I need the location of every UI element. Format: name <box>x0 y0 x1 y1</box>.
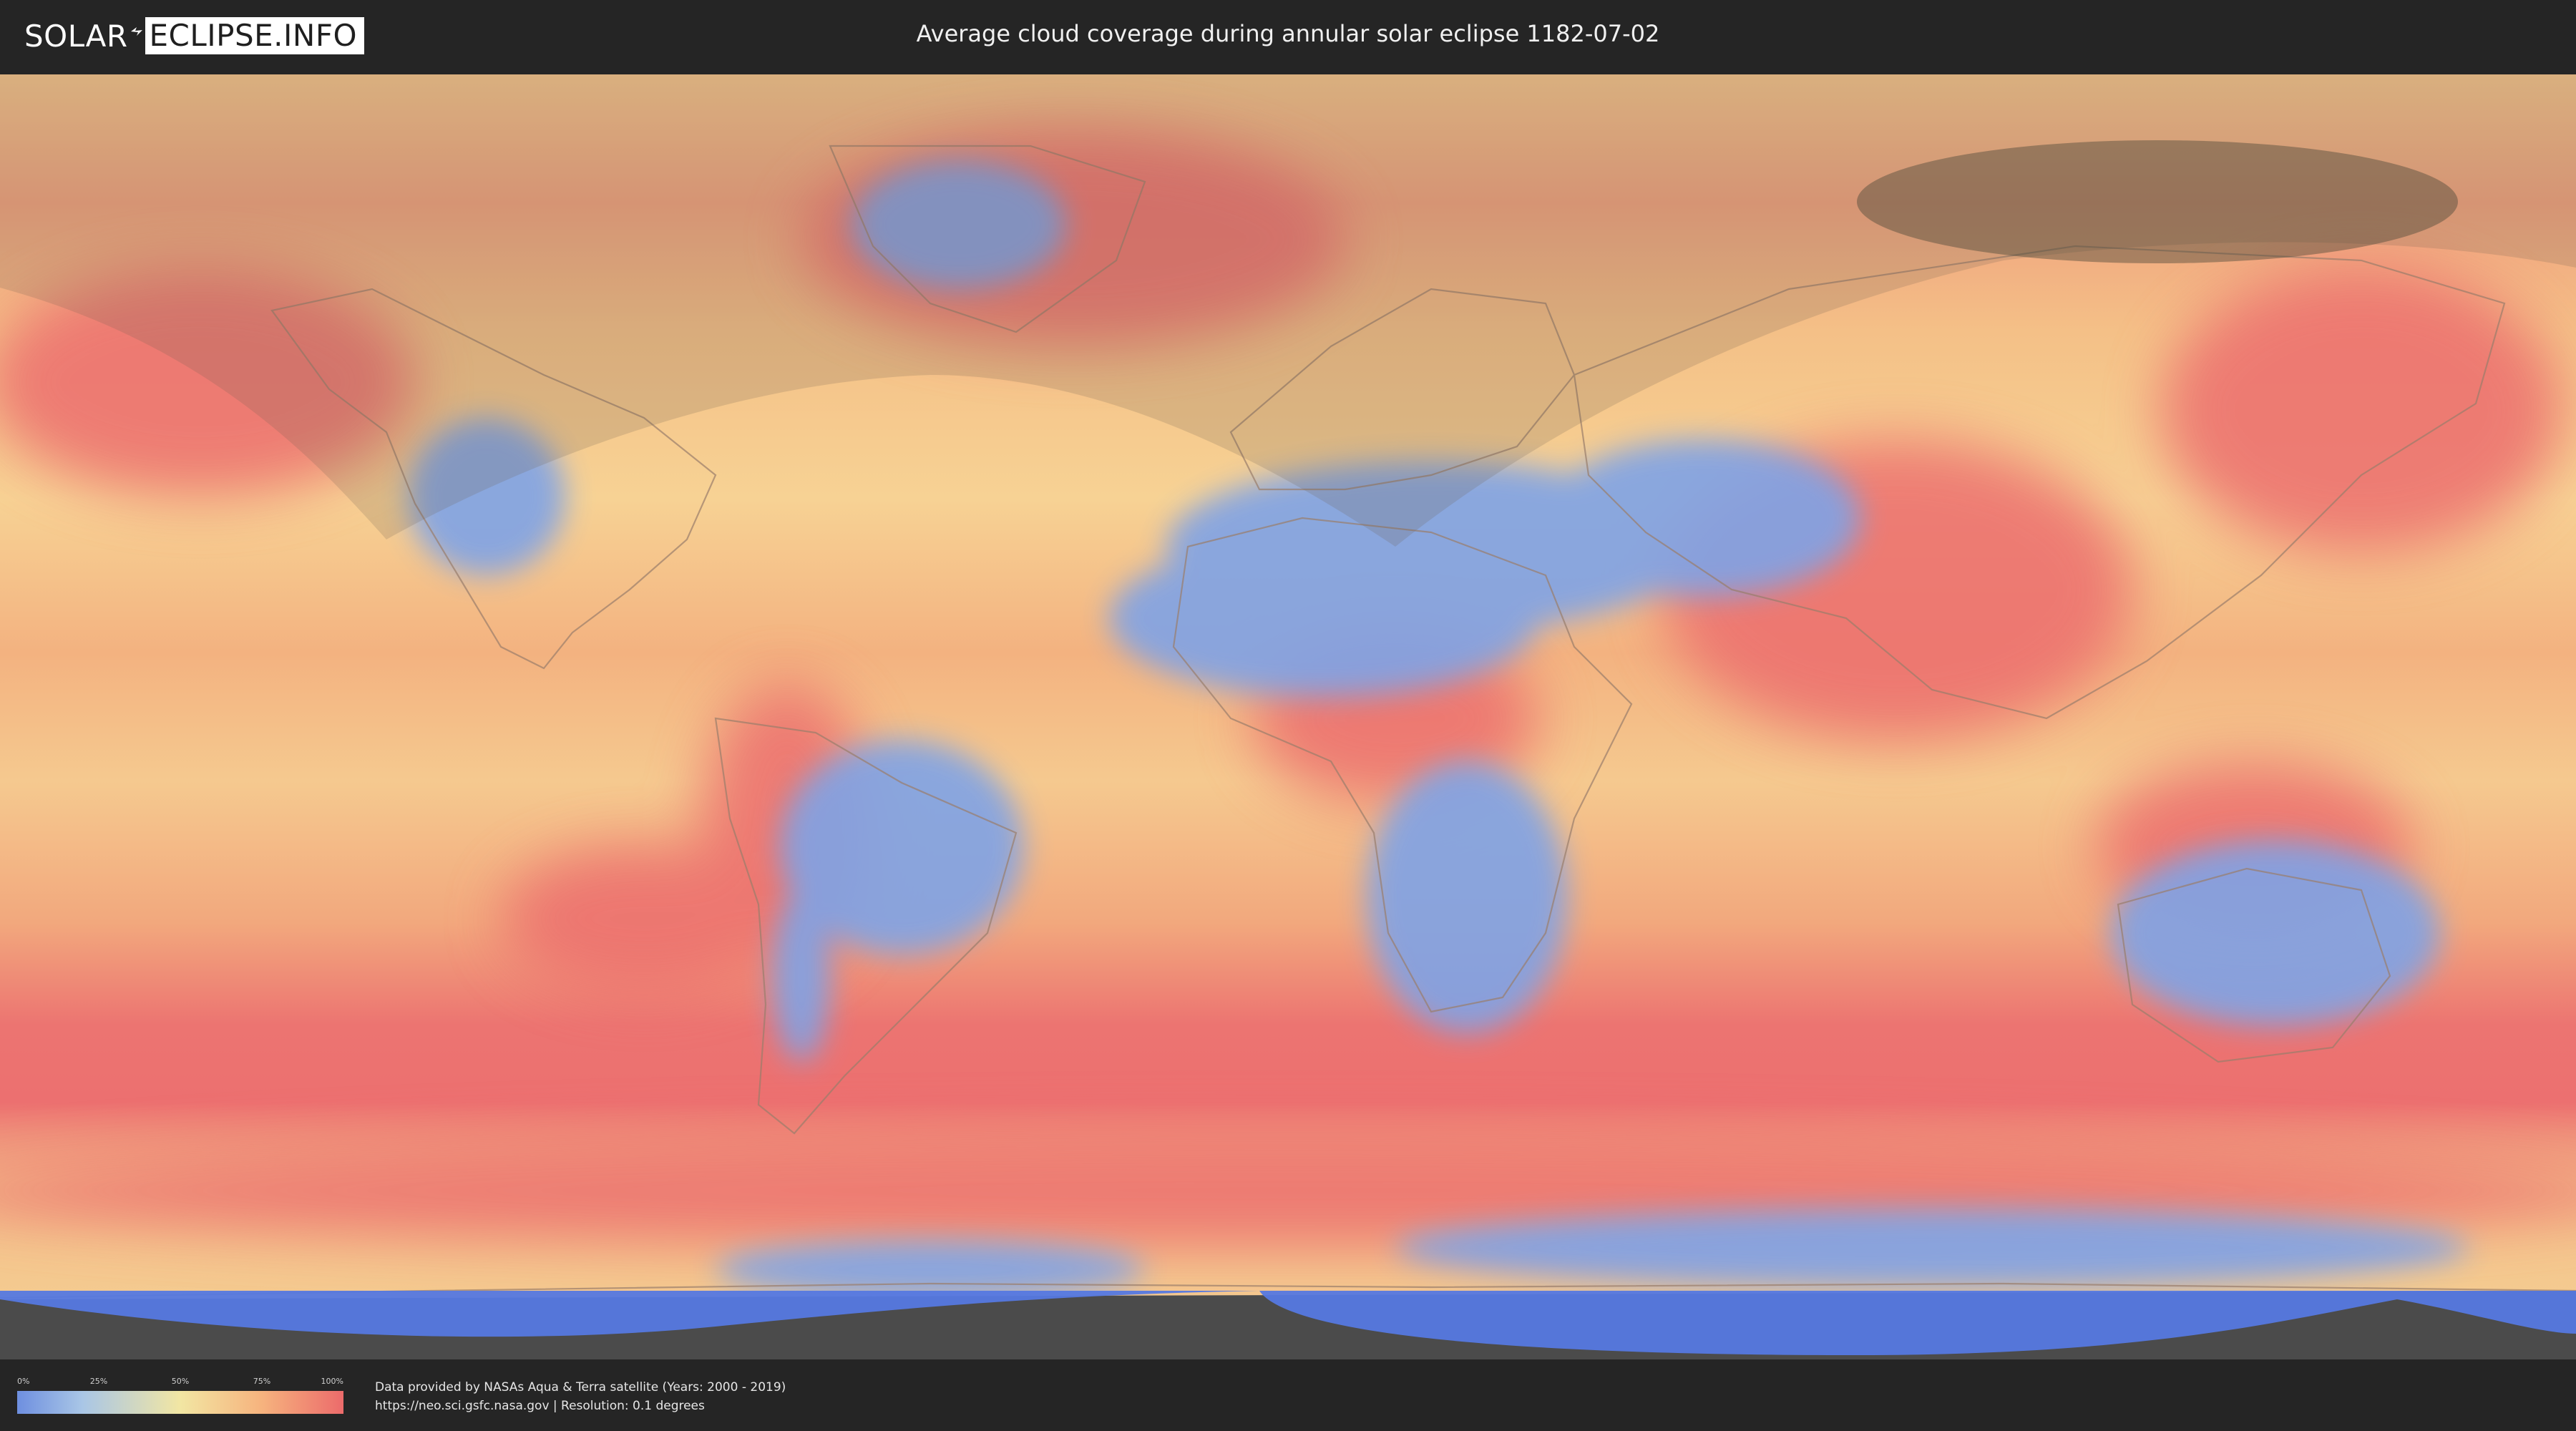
legend-color-bar <box>17 1391 343 1414</box>
cloud-coverage-legend: 0% 25% 50% 75% 100% <box>17 1377 343 1414</box>
header-bar: SOLAR ECLIPSE.INFO Average cloud coverag… <box>0 0 2576 72</box>
page-title: Average cloud coverage during annular so… <box>916 20 1660 47</box>
cloud-coverage-map[interactable] <box>0 74 2576 1359</box>
world-map-svg <box>0 74 2576 1359</box>
credit-line-source: Data provided by NASAs Aqua & Terra sate… <box>375 1380 786 1395</box>
legend-ticks: 0% 25% 50% 75% 100% <box>17 1377 343 1388</box>
credit-line-url: https://neo.sci.gsfc.nasa.gov | Resoluti… <box>375 1399 705 1413</box>
data-credits: Data provided by NASAs Aqua & Terra sate… <box>375 1378 786 1415</box>
legend-tick-100: 100% <box>321 1377 343 1386</box>
legend-tick-50: 50% <box>171 1377 190 1386</box>
legend-tick-75: 75% <box>253 1377 271 1386</box>
eclipse-central-path <box>1857 140 2458 263</box>
legend-tick-0: 0% <box>17 1377 30 1386</box>
legend-tick-25: 25% <box>89 1377 108 1386</box>
footer-bar: 0% 25% 50% 75% 100% Data provided by NAS… <box>0 1359 2576 1431</box>
